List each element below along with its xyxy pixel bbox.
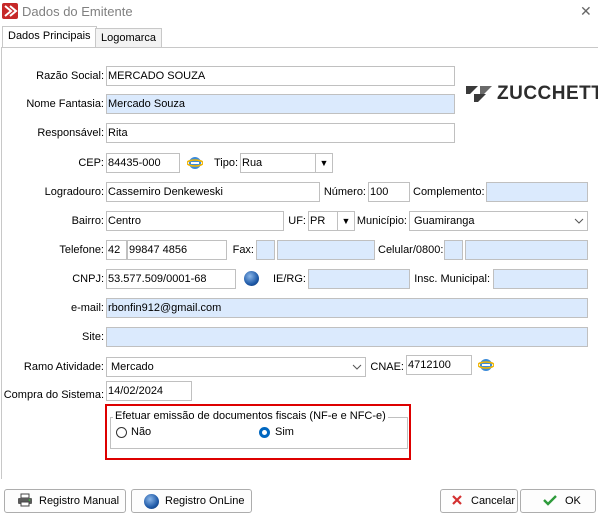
ramo-atividade-value: Mercado (111, 361, 154, 373)
celular-field[interactable] (465, 240, 588, 260)
registro-manual-label: Registro Manual (39, 495, 120, 507)
checkmark-icon (543, 494, 557, 509)
municipio-label: Município: (356, 215, 407, 227)
zucchetti-logo-icon (464, 82, 494, 109)
municipio-value: Guamiranga (414, 215, 475, 227)
site-field[interactable] (106, 327, 588, 347)
globe-icon[interactable] (244, 271, 259, 286)
email-label: e-mail: (70, 302, 104, 314)
nome-fantasia-field[interactable]: Mercado Souza (106, 94, 455, 114)
cnae-field[interactable]: 4712100 (406, 355, 472, 375)
chevron-down-icon[interactable] (349, 358, 365, 376)
tipo-value: Rua (242, 157, 263, 169)
registro-manual-button[interactable]: Registro Manual (4, 489, 126, 513)
logradouro-field[interactable]: Cassemiro Denkeweski (106, 182, 320, 202)
razao-social-field[interactable]: MERCADO SOUZA (106, 66, 455, 86)
compra-sistema-field[interactable]: 14/02/2024 (106, 381, 192, 401)
cep-lookup-icon[interactable] (186, 155, 204, 171)
app-logo-icon (2, 3, 18, 19)
ok-label: OK (565, 495, 581, 507)
ramo-atividade-label: Ramo Atividade: (23, 361, 104, 373)
cnpj-field[interactable]: 53.577.509/0001-68 (106, 269, 236, 289)
celular-label: Celular/0800: (378, 244, 444, 256)
ie-rg-field[interactable] (308, 269, 410, 289)
radio-sim-label: Sim (275, 426, 294, 438)
radio-nao[interactable] (116, 427, 127, 438)
zucchetti-logo-text: ZUCCHETTI (497, 83, 598, 104)
uf-value: PR (310, 215, 326, 227)
close-icon[interactable]: ✕ (580, 3, 592, 20)
responsavel-field[interactable]: Rita (106, 123, 455, 143)
compra-sistema-label: Compra do Sistema: (3, 389, 104, 401)
complemento-label: Complemento: (413, 186, 485, 198)
telefone-ddd-field[interactable]: 42 (106, 240, 127, 260)
fax-ddd-field[interactable] (256, 240, 275, 260)
tipo-label: Tipo: (213, 157, 238, 169)
ok-button[interactable]: OK (520, 489, 596, 513)
telefone-field[interactable]: 99847 4856 (127, 240, 227, 260)
site-label: Site: (81, 331, 104, 343)
municipio-select[interactable]: Guamiranga (409, 211, 588, 231)
tipo-select[interactable]: Rua ▼ (240, 153, 333, 173)
cancelar-button[interactable]: Cancelar (440, 489, 518, 513)
bairro-field[interactable]: Centro (106, 211, 284, 231)
bairro-label: Bairro: (71, 215, 104, 227)
ramo-atividade-select[interactable]: Mercado (106, 357, 366, 377)
nome-fantasia-label: Nome Fantasia: (26, 98, 104, 110)
telefone-label: Telefone: (59, 244, 104, 256)
cnae-label: CNAE: (370, 361, 404, 373)
globe-icon (144, 493, 159, 509)
registro-online-label: Registro OnLine (165, 495, 245, 507)
insc-municipal-label: Insc. Municipal: (414, 273, 490, 285)
numero-field[interactable]: 100 (368, 182, 410, 202)
cnae-lookup-icon[interactable] (477, 357, 495, 373)
chevron-down-icon[interactable]: ▼ (315, 154, 332, 172)
fax-label: Fax: (232, 244, 254, 256)
radio-sim[interactable] (259, 427, 270, 438)
uf-label: UF: (288, 215, 306, 227)
razao-social-label: Razão Social: (36, 70, 104, 82)
logradouro-label: Logradouro: (44, 186, 104, 198)
email-field[interactable]: rbonfin912@gmail.com (106, 298, 588, 318)
tab-strip: Dados Principais Logomarca (0, 24, 598, 48)
numero-label: Número: (323, 186, 366, 198)
radio-nao-label: Não (131, 426, 152, 438)
uf-select[interactable]: PR ▼ (308, 211, 355, 231)
printer-icon (17, 493, 33, 510)
cancelar-label: Cancelar (471, 495, 516, 507)
responsavel-label: Responsável: (37, 127, 104, 139)
cnpj-label: CNPJ: (72, 273, 104, 285)
celular-ddd-field[interactable] (444, 240, 463, 260)
registro-online-button[interactable]: Registro OnLine (131, 489, 252, 513)
complemento-field[interactable] (486, 182, 588, 202)
insc-municipal-field[interactable] (493, 269, 588, 289)
fax-field[interactable] (277, 240, 375, 260)
title-bar: Dados do Emitente ✕ (0, 0, 598, 24)
tab-logomarca[interactable]: Logomarca (95, 28, 163, 47)
window-title: Dados do Emitente (22, 4, 133, 19)
tab-dados-principais[interactable]: Dados Principais (2, 26, 97, 48)
cep-label: CEP: (78, 157, 104, 169)
cancel-x-icon (451, 494, 463, 509)
cep-field[interactable]: 84435-000 (106, 153, 180, 173)
chevron-down-icon[interactable] (571, 212, 587, 230)
fiscal-emission-legend: Efetuar emissão de documentos fiscais (N… (113, 410, 388, 422)
ie-rg-label: IE/RG: (272, 273, 306, 285)
chevron-down-icon[interactable]: ▼ (337, 212, 354, 230)
